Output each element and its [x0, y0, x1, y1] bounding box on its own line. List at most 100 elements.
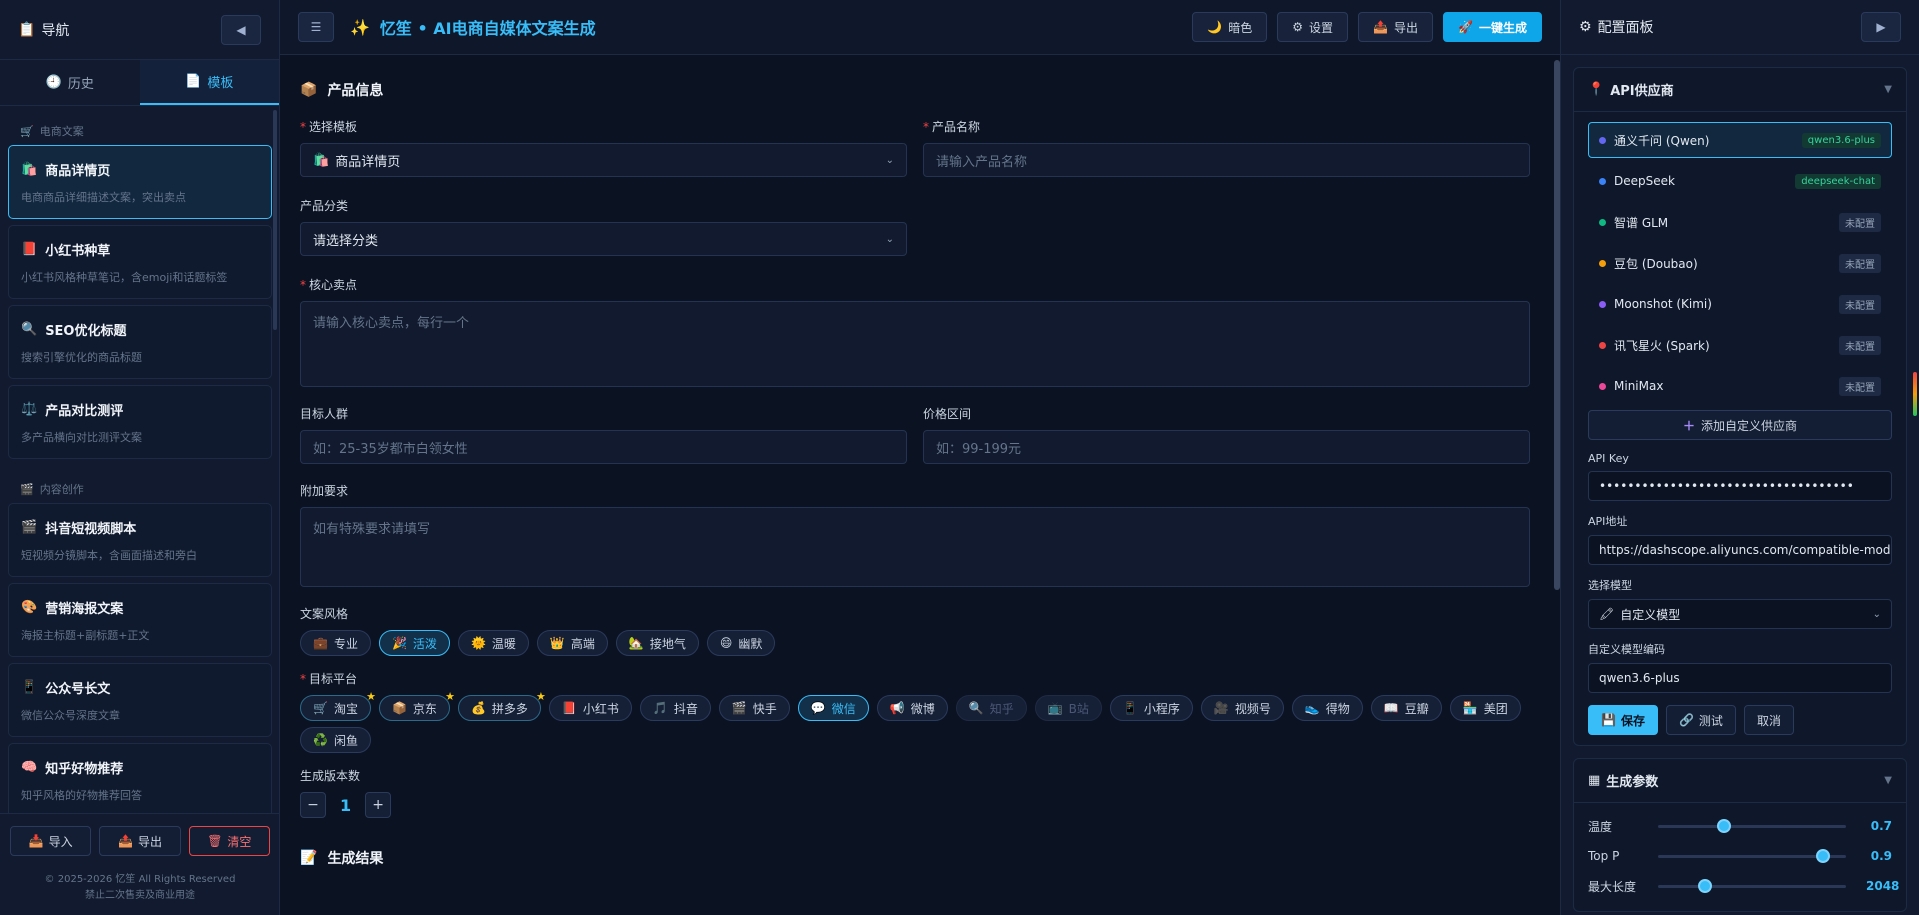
audience-input[interactable]: 如：25-35岁都市白领女性 [300, 430, 907, 464]
model-select[interactable]: 🖍 自定义模型 ⌄ [1588, 599, 1892, 629]
menu-toggle-button[interactable]: ☰ [298, 12, 334, 42]
top-p-slider[interactable] [1658, 848, 1846, 863]
open-book-icon: 📖 [1383, 701, 1399, 715]
provider-panel-header[interactable]: 📍 API供应商 ▼ [1574, 68, 1906, 112]
export-history-button[interactable]: 📤 导出 [99, 826, 181, 856]
provider-spark[interactable]: 讯飞星火 (Spark) 未配置 [1588, 327, 1892, 363]
platform-chip-kuaishou[interactable]: 🎬 快手 [718, 695, 790, 721]
api-url-input[interactable]: https://dashscope.aliyuncs.com/compatibl… [1588, 535, 1892, 565]
pin-icon: 📍 [1588, 82, 1605, 97]
save-button[interactable]: 💾 保存 [1588, 705, 1658, 735]
template-card-comparison[interactable]: ⚖️ 产品对比测评 多产品横向对比测评文案 [8, 385, 272, 459]
platform-chip-jd[interactable]: 📦 京东 ★ [378, 690, 455, 721]
provider-qwen[interactable]: 通义千问 (Qwen) qwen3.6-plus [1588, 122, 1892, 158]
template-card-poster[interactable]: 🎨 营销海报文案 海报主标题+副标题+正文 [8, 583, 272, 657]
decrement-button[interactable]: − [300, 792, 326, 818]
provider-glm[interactable]: 智谱 GLM 未配置 [1588, 204, 1892, 240]
provider-deepseek[interactable]: DeepSeek deepseek-chat [1588, 163, 1892, 199]
params-panel-header[interactable]: ▦ 生成参数 ▼ [1574, 759, 1906, 803]
settings-button[interactable]: ⚙ 设置 [1277, 12, 1349, 42]
max-length-slider[interactable] [1658, 878, 1846, 893]
section-title: 生成结果 [327, 851, 384, 867]
add-provider-button[interactable]: ＋ 添加自定义供应商 [1588, 410, 1892, 440]
theme-toggle-button[interactable]: 🌙 暗色 [1192, 12, 1268, 42]
api-key-input[interactable]: •••••••••••••••••••••••••••••••••••• [1588, 471, 1892, 501]
category-select[interactable]: 请选择分类 ⌄ [300, 222, 907, 256]
template-card-zhihu[interactable]: 🧠 知乎好物推荐 知乎风格的好物推荐回答 [8, 743, 272, 813]
slider-handle[interactable] [1716, 818, 1731, 833]
selling-points-textarea[interactable]: 请输入核心卖点，每行一个 [300, 301, 1530, 387]
provider-name: MiniMax [1614, 379, 1664, 393]
template-card-product-detail[interactable]: 🛍️ 商品详情页 电商商品详细描述文案，突出卖点 [8, 145, 272, 219]
price-input[interactable]: 如：99-199元 [923, 430, 1530, 464]
platform-chip-pinduoduo[interactable]: 💰 拼多多 ★ [457, 690, 546, 721]
chevron-down-icon: ▼ [1884, 775, 1892, 786]
chip-label: 视频号 [1234, 701, 1271, 716]
platform-chip-douyin[interactable]: 🎵 抖音 [639, 695, 711, 721]
platform-chip-wechat[interactable]: 💬 微信 [797, 695, 869, 721]
shopping-bag-icon: 🛍️ [21, 162, 38, 177]
platform-chip-dewu[interactable]: 👟 得物 [1291, 695, 1363, 721]
product-name-input[interactable]: 请输入产品名称 [923, 143, 1530, 177]
param-label: Top P [1588, 849, 1620, 863]
style-chip-premium[interactable]: 👑 高端 [536, 630, 608, 656]
platform-chip-weibo[interactable]: 📢 微博 [876, 695, 948, 721]
template-card-xiaohongshu[interactable]: 📕 小红书种草 小红书风格种草笔记，含emoji和话题标签 [8, 225, 272, 299]
import-button[interactable]: 📥 导入 [10, 826, 92, 856]
crown-icon: 👑 [549, 636, 565, 650]
param-temperature: 温度 0.7 [1588, 811, 1892, 841]
rocket-icon: 🚀 [1458, 20, 1473, 34]
chip-label: 微信 [831, 701, 856, 716]
template-card-seo-title[interactable]: 🔍 SEO优化标题 搜索引擎优化的商品标题 [8, 305, 272, 379]
versions-value: 1 [340, 795, 352, 815]
platform-chip-miniprogram[interactable]: 📱 小程序 [1109, 695, 1193, 721]
platform-chip-douban[interactable]: 📖 豆瓣 [1370, 695, 1442, 721]
platform-chip-taobao[interactable]: 🛒 淘宝 ★ [300, 690, 376, 721]
extra-requirements-textarea[interactable]: 如有特殊要求请填写 [300, 507, 1530, 587]
temperature-slider[interactable] [1658, 818, 1846, 833]
button-label: 添加自定义供应商 [1701, 418, 1798, 433]
slider-handle[interactable] [1816, 848, 1831, 863]
collapse-config-button[interactable]: ▶ [1861, 12, 1901, 42]
test-button[interactable]: 🔗 测试 [1665, 705, 1736, 735]
template-card-douyin-script[interactable]: 🎬 抖音短视频脚本 短视频分镜脚本，含画面描述和旁白 [8, 503, 272, 577]
provider-minimax[interactable]: MiniMax 未配置 [1588, 368, 1892, 404]
card-desc: 知乎风格的好物推荐回答 [21, 789, 142, 802]
platform-chip-meituan[interactable]: 🏪 美团 [1449, 695, 1521, 721]
field-label: 选择模型 [1588, 579, 1632, 592]
increment-button[interactable]: + [365, 792, 392, 818]
sidebar-scrollbar[interactable] [273, 110, 277, 330]
provider-moonshot[interactable]: Moonshot (Kimi) 未配置 [1588, 286, 1892, 322]
template-card-wechat-article[interactable]: 📱 公众号长文 微信公众号深度文章 [8, 663, 272, 737]
status-dot [1599, 259, 1606, 267]
provider-doubao[interactable]: 豆包 (Doubao) 未配置 [1588, 245, 1892, 281]
style-chip-professional[interactable]: 💼 专业 [300, 630, 371, 656]
clear-button[interactable]: 🗑 清空 [188, 826, 270, 856]
platform-chip-bilibili[interactable]: 📺 B站 [1034, 695, 1102, 721]
tab-templates[interactable]: 📄 模板 [139, 60, 279, 105]
sparkles-icon: ✨ [350, 17, 370, 37]
platform-chip-xianyu[interactable]: ♻️ 闲鱼 [300, 727, 371, 753]
platform-chip-channels[interactable]: 🎥 视频号 [1200, 695, 1284, 721]
chip-label: 接地气 [649, 636, 686, 651]
style-chip-humor[interactable]: 😄 幽默 [706, 630, 776, 656]
link-icon: 🔗 [1678, 713, 1694, 727]
house-icon: 🏡 [628, 636, 644, 650]
platform-chip-zhihu[interactable]: 🔍 知乎 [955, 695, 1027, 721]
style-chip-down-to-earth[interactable]: 🏡 接地气 [615, 630, 699, 656]
chip-label: 专业 [333, 636, 358, 651]
template-select[interactable]: 🛍️ 商品详情页 ⌄ [300, 143, 907, 177]
style-chip-warm[interactable]: 🌞 温暖 [457, 630, 529, 656]
cancel-button[interactable]: 取消 [1743, 705, 1794, 735]
platform-chip-xiaohongshu[interactable]: 📕 小红书 [548, 695, 632, 721]
clapper-icon: 🎬 [731, 701, 747, 715]
style-chip-lively[interactable]: 🎉 活泼 [378, 630, 450, 656]
generate-button[interactable]: 🚀 一键生成 [1443, 12, 1542, 42]
export-button[interactable]: 📤 导出 [1358, 12, 1434, 42]
slider-handle[interactable] [1698, 878, 1712, 893]
tab-history[interactable]: 🕘 历史 [0, 60, 140, 105]
custom-model-input[interactable]: qwen3.6-plus [1588, 663, 1892, 693]
collapse-sidebar-button[interactable]: ◀ [221, 14, 261, 45]
chip-label: 小程序 [1143, 701, 1180, 716]
param-top-p: Top P 0.9 [1588, 841, 1892, 871]
